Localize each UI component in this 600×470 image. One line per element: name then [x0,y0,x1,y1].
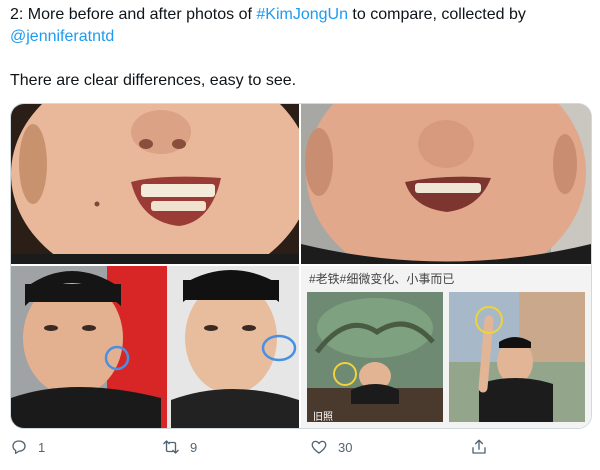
photo-ears-comparison[interactable] [11,266,299,428]
retweet-button[interactable]: 9 [162,432,197,462]
tweet-text-prefix: 2: More before and after photos of [10,6,257,23]
photo-tag: 旧照 [313,412,333,423]
photo-hands-comparison[interactable]: #老铁#细微变化、小事而已 旧照 [301,266,591,428]
tweet-text-suffix: to compare, collected by [347,6,526,23]
like-count: 30 [338,439,353,455]
photo-smile-before[interactable] [11,104,299,264]
reply-button[interactable]: 1 [10,432,45,462]
media-grid: #老铁#细微变化、小事而已 旧照 [10,103,592,429]
photo-smile-after-image [301,104,591,264]
reply-count: 1 [38,439,46,455]
like-button[interactable]: 30 [310,432,352,462]
heart-icon [311,440,327,454]
tweet-text: 2: More before and after photos of #KimJ… [10,4,590,92]
photo-smile-before-image [11,104,299,264]
photo-ears-comparison-image [11,266,299,428]
tweet-actions: 1 9 30 [10,432,590,462]
hashtag-link[interactable]: #KimJongUn [256,6,348,23]
photo-hands-after-image [449,292,585,422]
retweet-icon [163,440,179,454]
photo-caption: #老铁#细微变化、小事而已 [309,272,455,286]
photo-smile-after[interactable] [301,104,591,264]
photo-hands-before-image [307,292,443,422]
share-icon [472,439,486,454]
reply-icon [12,440,26,455]
share-button[interactable] [470,432,488,462]
tweet-line-1: 2: More before and after photos of #KimJ… [10,4,590,26]
tweet-line-2: @jenniferatntd [10,26,590,48]
mention-link[interactable]: @jenniferatntd [10,28,114,45]
tweet-line-3: There are clear differences, easy to see… [10,72,297,89]
retweet-count: 9 [190,439,198,455]
